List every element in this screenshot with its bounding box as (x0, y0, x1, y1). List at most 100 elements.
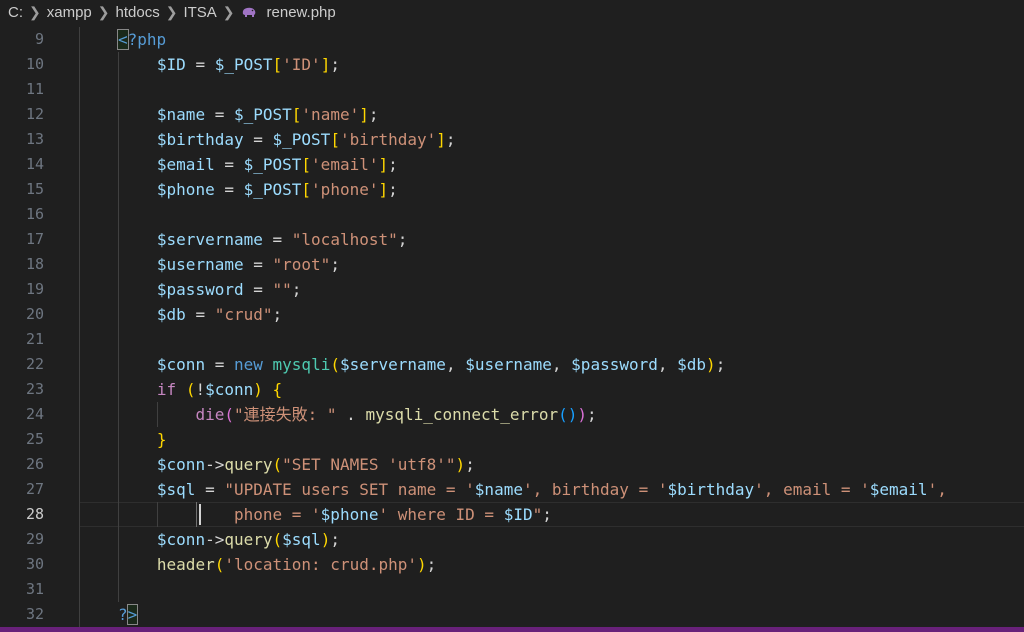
line-number: 18 (25, 255, 44, 273)
code-token: mysqli_connect_error (365, 405, 559, 424)
code-text[interactable]: $conn->query("SET NAMES 'utf8'"); (157, 452, 475, 477)
code-token: new (233, 355, 263, 374)
code-line[interactable]: 11 (0, 77, 1024, 102)
breadcrumb-item[interactable]: htdocs (114, 4, 162, 21)
code-text[interactable]: ?> (118, 602, 139, 627)
code-token: "localhost" (291, 230, 398, 249)
code-line[interactable]: 23 if (!$conn) { (0, 377, 1024, 402)
line-number: 15 (25, 180, 44, 198)
line-number: 28 (25, 505, 44, 523)
code-text[interactable]: $username = "root"; (157, 252, 340, 277)
code-token: = (195, 480, 225, 499)
chevron-right-icon: ❯ (222, 3, 235, 20)
code-line[interactable]: 24 die("連接失敗: " . mysqli_connect_error()… (0, 402, 1024, 427)
code-token: [ (301, 155, 312, 174)
breadcrumb-item[interactable]: renew.php (265, 4, 338, 21)
code-line[interactable]: 19 $password = ""; (0, 277, 1024, 302)
line-number: 9 (34, 30, 44, 48)
indent-guide (118, 427, 119, 452)
code-token: ; (272, 305, 283, 324)
code-line[interactable]: 25} (0, 427, 1024, 452)
code-line[interactable]: 15 $phone = $_POST['phone']; (0, 177, 1024, 202)
code-text[interactable]: $email = $_POST['email']; (157, 152, 398, 177)
code-token: ', email = ' (754, 480, 870, 499)
code-line[interactable]: 30 header('location: crud.php'); (0, 552, 1024, 577)
code-token: $phone (320, 505, 379, 524)
indent-guide (79, 252, 80, 277)
code-token: . (336, 405, 366, 424)
indent-guide (79, 502, 80, 527)
code-token: $sql (156, 480, 196, 499)
code-token: $conn (156, 530, 206, 549)
code-line[interactable]: 27 $sql = "UPDATE users SET name = '$name… (0, 477, 1024, 502)
code-token: $email (869, 480, 928, 499)
code-token: 'phone' (311, 180, 379, 199)
breadcrumb-item[interactable]: xampp (45, 4, 94, 21)
code-text[interactable]: $servername = "localhost"; (157, 227, 407, 252)
code-token: [ (272, 55, 283, 74)
code-text[interactable]: $name = $_POST['name']; (157, 102, 379, 127)
code-text[interactable]: $birthday = $_POST['birthday']; (157, 127, 456, 152)
code-text[interactable]: $conn = new mysqli($servername, $usernam… (157, 352, 725, 377)
code-line[interactable]: 31 (0, 577, 1024, 602)
code-token: ; (330, 255, 340, 274)
code-line[interactable]: 20 $db = "crud"; (0, 302, 1024, 327)
code-line[interactable]: 32 ?> (0, 602, 1024, 627)
breadcrumb-item[interactable]: C: (0, 4, 25, 21)
code-line[interactable]: 28 phone = '$phone' where ID = $ID"; (0, 502, 1024, 527)
code-token: ( (185, 380, 196, 399)
code-token: $username (156, 255, 244, 274)
code-text[interactable]: if (!$conn) { (157, 377, 282, 402)
code-token: = (243, 280, 273, 299)
line-number: 10 (25, 55, 44, 73)
indent-guide (118, 152, 119, 177)
indent-guide (118, 352, 119, 377)
indent-guide (79, 127, 80, 152)
code-text[interactable]: $ID = $_POST['ID']; (157, 52, 340, 77)
code-token: $name (474, 480, 523, 499)
code-line[interactable]: 10 $ID = $_POST['ID']; (0, 52, 1024, 77)
indent-guide (79, 427, 80, 452)
code-token: , (551, 355, 572, 374)
breadcrumb-item[interactable]: ITSA (181, 4, 218, 21)
code-token: $birthday (667, 480, 755, 499)
code-text[interactable]: } (157, 427, 167, 452)
code-line[interactable]: 17 $servername = "localhost"; (0, 227, 1024, 252)
code-line[interactable]: 9 <?php (0, 27, 1024, 52)
indent-guide (79, 402, 80, 427)
code-token: () (558, 405, 578, 424)
code-line[interactable]: 21 (0, 327, 1024, 352)
code-text[interactable]: $phone = $_POST['phone']; (157, 177, 398, 202)
code-line[interactable]: 18 $username = "root"; (0, 252, 1024, 277)
line-number: 16 (25, 205, 44, 223)
indent-guide (118, 452, 119, 477)
code-text[interactable]: <?php (116, 27, 166, 52)
code-token: ; (388, 155, 398, 174)
code-text[interactable]: die("連接失敗: " . mysqli_connect_error()); (157, 402, 597, 427)
code-text[interactable]: $db = "crud"; (157, 302, 282, 327)
code-line[interactable]: 16 (0, 202, 1024, 227)
indent-guide (118, 277, 119, 302)
code-text[interactable]: header('location: crud.php'); (157, 552, 436, 577)
code-token: ) (417, 555, 427, 574)
code-line[interactable]: 13 $birthday = $_POST['birthday']; (0, 127, 1024, 152)
bracket-match-highlight: < (116, 29, 129, 50)
code-line[interactable]: 12 $name = $_POST['name']; (0, 102, 1024, 127)
code-token: $password (571, 355, 658, 374)
code-text[interactable]: phone = '$phone' where ID = $ID"; (157, 502, 552, 527)
code-editor[interactable]: 9 <?php 10 $ID = $_POST['ID']; 11 12 $name = $… (0, 27, 1024, 627)
code-text[interactable]: $conn->query($sql); (157, 527, 340, 552)
code-line[interactable]: 26 $conn->query("SET NAMES 'utf8'"); (0, 452, 1024, 477)
code-line[interactable]: 14 $email = $_POST['email']; (0, 152, 1024, 177)
code-text[interactable]: $password = ""; (157, 277, 302, 302)
line-number: 17 (25, 230, 44, 248)
code-token: "" (272, 280, 292, 299)
code-token: ; (587, 405, 597, 424)
code-text[interactable]: $sql = "UPDATE users SET name = '$name',… (157, 477, 947, 502)
indent-guide (79, 177, 80, 202)
code-token: ] (320, 55, 331, 74)
code-line[interactable]: 22 $conn = new mysqli($servername, $usern… (0, 352, 1024, 377)
code-token: ) (320, 530, 331, 549)
code-line[interactable]: 29 $conn->query($sql); (0, 527, 1024, 552)
